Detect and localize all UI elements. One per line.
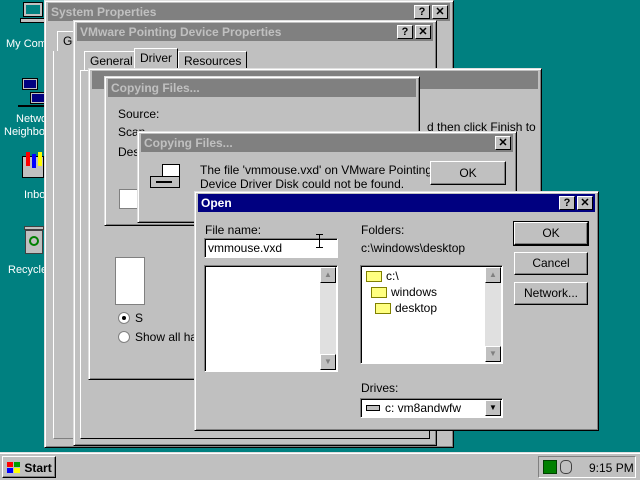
system-properties-title: System Properties (51, 5, 157, 19)
system-properties-panel (53, 51, 75, 439)
radio-specific-location[interactable] (118, 312, 130, 324)
my-computer-icon[interactable] (20, 2, 46, 24)
file-list-scrollbar[interactable]: ▲ ▼ (320, 267, 336, 370)
inbox-label: Inbo (24, 189, 46, 201)
error-message-line2: Device Driver Disk could not be found. (200, 177, 405, 191)
folder-item-root-label: c:\ (386, 269, 399, 283)
close-button[interactable]: ✕ (495, 136, 511, 150)
open-folder-icon (375, 303, 391, 315)
drive-icon (366, 405, 380, 411)
file-name-label: File name: (205, 223, 262, 237)
recycle-bin-label: Recycle (8, 264, 48, 276)
progress-bar (119, 189, 139, 209)
open-dialog: Open ? ✕ File name: vmmouse.vxd ▲ ▼ Fold… (194, 191, 599, 431)
folder-item-root[interactable]: c:\ (366, 269, 399, 283)
scroll-up-arrow-icon[interactable]: ▲ (320, 267, 336, 283)
dropdown-arrow-icon[interactable]: ▼ (485, 400, 501, 416)
radio-specific-location-label: S (135, 311, 144, 325)
network-button[interactable]: Network... (514, 282, 588, 305)
radio-show-all-hardware-label: Show all har (135, 330, 202, 344)
clock: 9:15 PM (589, 461, 634, 475)
folder-item-windows-label: windows (391, 285, 438, 299)
disk-drive-icon (150, 164, 182, 190)
folder-item-desktop[interactable]: desktop (375, 301, 437, 315)
open-folder-icon (371, 287, 387, 299)
network-label-line1: Netwo (16, 113, 48, 125)
copying-files-front-title: Copying Files... (144, 136, 233, 150)
drives-select[interactable]: c: vm8andwfw ▼ (360, 398, 503, 418)
folder-item-desktop-label: desktop (395, 301, 438, 315)
recycle-bin-icon[interactable] (22, 226, 46, 256)
copying-files-front-titlebar: Copying Files... ✕ (141, 134, 513, 152)
file-list[interactable]: ▲ ▼ (204, 265, 338, 372)
close-button[interactable]: ✕ (432, 5, 448, 19)
text-cursor-icon (316, 234, 325, 248)
system-tray: 9:15 PM (538, 456, 636, 478)
help-button[interactable]: ? (559, 196, 575, 210)
inbox-icon[interactable] (20, 152, 46, 180)
error-message-line1: The file 'vmmouse.vxd' on VMware Pointin… (200, 163, 433, 177)
radio-show-all-hardware[interactable] (118, 331, 130, 343)
source-label: Source: (118, 107, 160, 121)
scroll-up-arrow-icon[interactable]: ▲ (485, 267, 501, 283)
drives-label: Drives: (361, 381, 399, 395)
system-properties-titlebar: System Properties ? ✕ (48, 3, 450, 21)
folder-tree[interactable]: c:\ windows desktop ▲ ▼ (360, 265, 503, 364)
open-dialog-titlebar: Open ? ✕ (198, 194, 595, 212)
taskbar: Start 9:15 PM (0, 452, 640, 480)
my-computer-label: My Com (6, 38, 47, 50)
start-label: Start (24, 460, 52, 475)
help-button[interactable]: ? (397, 25, 413, 39)
help-button[interactable]: ? (414, 5, 430, 19)
windows-logo-icon (7, 461, 21, 474)
file-name-value: vmmouse.vxd (208, 241, 283, 255)
open-folder-icon (366, 271, 382, 283)
scroll-down-arrow-icon[interactable]: ▼ (485, 346, 501, 362)
close-button[interactable]: ✕ (415, 25, 431, 39)
drive-value: c: vm8andwfw (385, 401, 462, 415)
open-cancel-button[interactable]: Cancel (514, 252, 588, 275)
open-dialog-title: Open (201, 196, 232, 210)
vmware-properties-titlebar: VMware Pointing Device Properties ? ✕ (77, 23, 433, 41)
network-label-line2: Neighbo (4, 126, 45, 138)
start-button[interactable]: Start (2, 456, 56, 478)
copying-files-back-title: Copying Files... (111, 81, 200, 95)
folder-tree-scrollbar[interactable]: ▲ ▼ (485, 267, 501, 362)
device-list (115, 257, 145, 305)
copying-files-back-titlebar: Copying Files... (108, 79, 416, 97)
folders-label: Folders: (361, 223, 405, 237)
current-path: c:\windows\desktop (361, 241, 466, 255)
folder-item-windows[interactable]: windows (371, 285, 437, 299)
ok-button[interactable]: OK (430, 161, 506, 185)
mouse-tray-icon[interactable] (560, 460, 572, 474)
file-name-input[interactable]: vmmouse.vxd (204, 238, 338, 258)
vmware-tray-icon[interactable] (543, 460, 557, 474)
scroll-down-arrow-icon[interactable]: ▼ (320, 354, 336, 370)
open-ok-button[interactable]: OK (513, 221, 589, 246)
vmware-properties-title: VMware Pointing Device Properties (80, 25, 282, 39)
close-button[interactable]: ✕ (577, 196, 593, 210)
